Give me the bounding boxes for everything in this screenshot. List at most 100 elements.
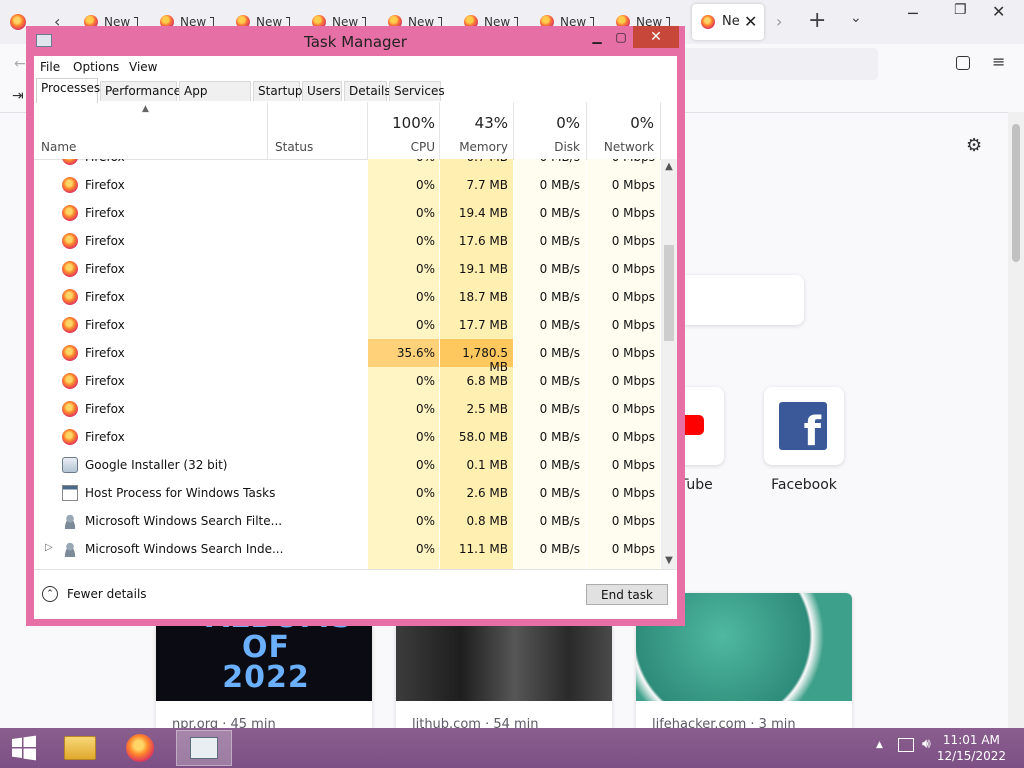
- process-network: 0 Mbps: [611, 486, 655, 500]
- tab-details[interactable]: Details: [344, 81, 391, 101]
- restore-browser-icon[interactable]: ❐: [954, 2, 967, 18]
- firefox-view-icon[interactable]: [10, 14, 26, 30]
- table-row[interactable]: Firefox 0% 17.6 MB 0 MB/s 0 Mbps: [34, 227, 661, 255]
- expand-arrow-icon[interactable]: ▷: [45, 542, 53, 553]
- close-browser-icon[interactable]: ✕: [992, 2, 1005, 21]
- title-bar[interactable]: Task Manager ▁ ▢ ✕: [26, 26, 685, 56]
- end-task-button[interactable]: End task: [586, 584, 668, 605]
- col-name[interactable]: Name: [41, 140, 76, 154]
- windows-logo-icon: [12, 735, 36, 761]
- process-name: Firefox: [85, 318, 125, 332]
- col-disk[interactable]: Disk: [514, 140, 580, 154]
- process-list-scroll-thumb[interactable]: [664, 245, 674, 341]
- memory-total-percent: 43%: [474, 114, 508, 132]
- tab-startup[interactable]: Startup: [253, 81, 303, 101]
- close-tab-icon[interactable]: ✕: [744, 12, 757, 31]
- maximize-button[interactable]: ▢: [606, 26, 636, 48]
- table-row[interactable]: Firefox 0% 7.7 MB 0 MB/s 0 Mbps: [34, 171, 661, 199]
- facebook-tile[interactable]: f: [764, 387, 844, 465]
- process-cpu: 0%: [415, 178, 435, 192]
- firefox-icon: [126, 734, 154, 762]
- process-memory: 0.1 MB: [466, 458, 508, 472]
- table-row[interactable]: Host Process for Windows Tasks 0% 2.6 MB 0 …: [34, 479, 661, 507]
- tab-performance[interactable]: Performance: [100, 81, 181, 101]
- col-network[interactable]: Network: [586, 140, 654, 154]
- page-scrollbar-thumb[interactable]: [1012, 124, 1020, 262]
- table-row[interactable]: Firefox 0% 19.4 MB 0 MB/s 0 Mbps: [34, 199, 661, 227]
- chevron-up-icon: ⌃: [42, 586, 58, 602]
- process-disk: 0 MB/s: [539, 430, 580, 444]
- menu-file[interactable]: File: [40, 60, 60, 74]
- volume-icon[interactable]: 🔊︎: [922, 736, 931, 752]
- process-disk: 0 MB/s: [539, 318, 580, 332]
- sort-arrow-icon: ▲: [142, 104, 149, 114]
- tab-users[interactable]: Users: [302, 81, 342, 101]
- url-bar[interactable]: [680, 48, 878, 80]
- table-row[interactable]: Firefox 0% 2.5 MB 0 MB/s 0 Mbps: [34, 395, 661, 423]
- hamburger-menu-icon[interactable]: ≡: [992, 52, 1005, 71]
- fewer-details-label: Fewer details: [67, 587, 147, 601]
- system-clock[interactable]: 11:01 AM 12/15/2022: [937, 732, 1006, 764]
- table-row[interactable]: ▷ Microsoft Windows Search Inde... 0% 11.1 …: [34, 535, 661, 563]
- page-scrollbar[interactable]: [1008, 112, 1024, 728]
- menu-options[interactable]: Options: [73, 60, 119, 74]
- file-explorer-taskbar-button[interactable]: [52, 730, 108, 766]
- tile-label-facebook: Facebook: [771, 477, 837, 493]
- sign-in-icon[interactable]: ⇥: [12, 88, 24, 104]
- new-tab-plus-icon[interactable]: +: [808, 8, 826, 33]
- scroll-down-arrow-icon[interactable]: ▼: [661, 555, 677, 566]
- start-button[interactable]: [0, 730, 48, 766]
- table-row[interactable]: Firefox 0% 18.7 MB 0 MB/s 0 Mbps: [34, 283, 661, 311]
- process-name: Firefox: [85, 206, 125, 220]
- tab-processes[interactable]: Processes: [36, 78, 100, 103]
- col-status[interactable]: Status: [275, 140, 313, 154]
- scroll-up-arrow-icon[interactable]: ▲: [661, 161, 677, 172]
- list-all-tabs-chevron-icon[interactable]: ⌄: [850, 10, 862, 26]
- process-cpu: 0%: [415, 486, 435, 500]
- table-row[interactable]: Firefox 0% 6.8 MB 0 MB/s 0 Mbps: [34, 367, 661, 395]
- table-row-partial[interactable]: Firefox 0% 0.7 MB 0 MB/s 0 Mbps: [34, 159, 661, 171]
- gear-icon[interactable]: ⚙: [966, 135, 982, 156]
- process-memory: 17.7 MB: [458, 318, 508, 332]
- firefox-taskbar-button[interactable]: [112, 730, 168, 766]
- table-row[interactable]: Firefox 0% 17.7 MB 0 MB/s 0 Mbps: [34, 311, 661, 339]
- process-disk: 0 MB/s: [539, 178, 580, 192]
- firefox-icon: [62, 177, 78, 193]
- menu-view[interactable]: View: [129, 60, 157, 74]
- browser-active-tab[interactable]: Ne ✕: [692, 4, 764, 40]
- tab-scroll-right-icon[interactable]: ›: [776, 12, 782, 31]
- user-icon: [62, 513, 78, 529]
- process-network: 0 Mbps: [611, 514, 655, 528]
- fewer-details-button[interactable]: ⌃ Fewer details: [42, 586, 147, 602]
- back-arrow-icon[interactable]: ←: [14, 56, 26, 72]
- tab-bar: Processes Performance App history Startu…: [34, 78, 677, 117]
- process-cpu: 0%: [415, 234, 435, 248]
- pocket-icon[interactable]: [956, 56, 970, 70]
- table-row[interactable]: Firefox 35.6% 1,780.5 MB 0 MB/s 0 Mbps: [34, 339, 661, 374]
- firefox-icon: [62, 233, 78, 249]
- search-box-fragment[interactable]: [680, 275, 804, 325]
- minimize-browser-icon[interactable]: ─: [908, 4, 918, 23]
- table-row[interactable]: Google Installer (32 bit) 0% 0.1 MB 0 MB/s 0…: [34, 451, 661, 479]
- task-manager-taskbar-button[interactable]: [176, 730, 232, 766]
- tab-app-history[interactable]: App history: [179, 81, 251, 117]
- col-cpu[interactable]: CPU: [368, 140, 435, 154]
- network-icon[interactable]: [898, 738, 914, 752]
- tab-services[interactable]: Services: [389, 81, 445, 101]
- process-network: 0 Mbps: [611, 234, 655, 248]
- close-button[interactable]: ✕: [633, 26, 679, 48]
- table-row[interactable]: Firefox 0% 58.0 MB 0 MB/s 0 Mbps: [34, 423, 661, 451]
- table-row[interactable]: Microsoft Windows Search Filte... 0% 0.8 M…: [34, 507, 661, 535]
- clock-date: 12/15/2022: [936, 749, 1006, 763]
- process-network: 0 Mbps: [611, 430, 655, 444]
- firefox-icon: [62, 289, 78, 305]
- table-row[interactable]: Firefox 0% 19.1 MB 0 MB/s 0 Mbps: [34, 255, 661, 283]
- process-list-scrollbar[interactable]: ▲ ▼: [661, 159, 677, 569]
- col-memory[interactable]: Memory: [440, 140, 508, 154]
- show-hidden-icons-chevron-icon[interactable]: ▲: [876, 740, 883, 750]
- column-divider: [439, 102, 440, 159]
- process-memory: 6.8 MB: [466, 374, 508, 388]
- process-name: Host Process for Windows Tasks: [85, 486, 276, 500]
- process-name: Google Installer (32 bit): [85, 458, 228, 472]
- firefox-icon: [62, 345, 78, 361]
